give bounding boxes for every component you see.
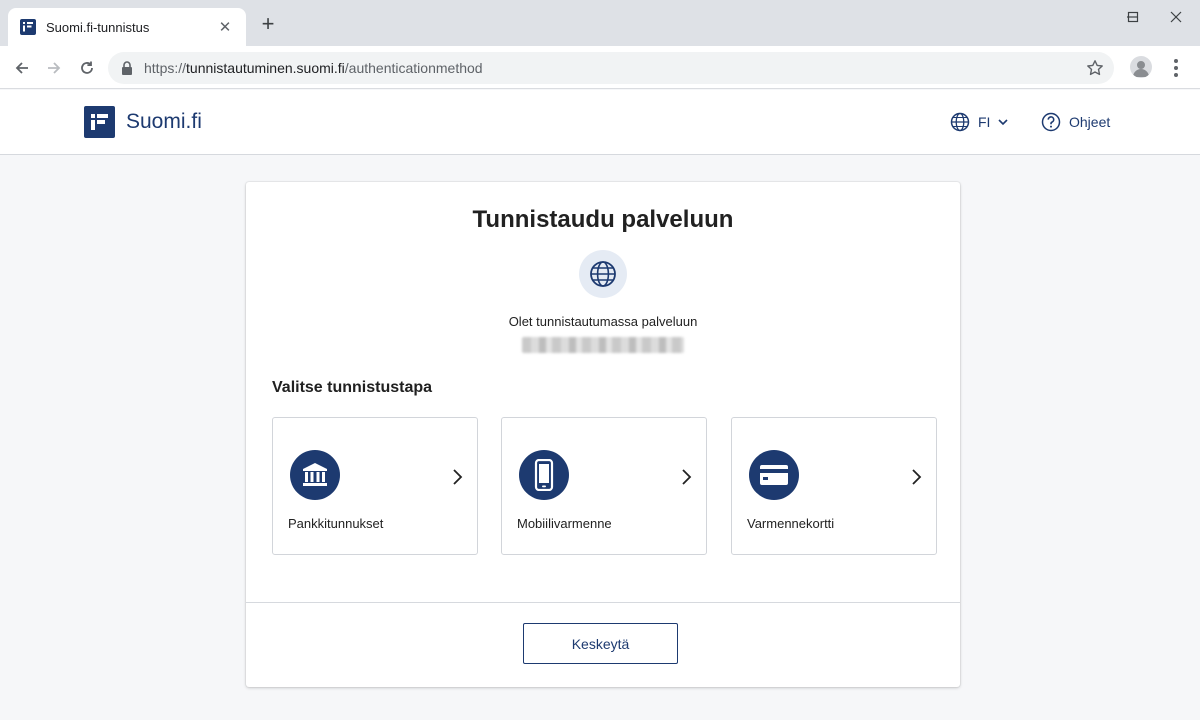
close-window-icon[interactable] [1154,0,1198,34]
browser-menu-icon[interactable] [1166,56,1186,80]
url-scheme: https:// [144,60,187,76]
service-name-redacted [522,337,684,353]
tab-close-icon[interactable]: ✕ [216,18,234,36]
suomi-fi-logo[interactable]: Suomi.fi [84,106,202,138]
method-bank-credentials[interactable]: Pankkitunnukset [272,417,478,555]
suomi-favicon-icon [20,19,36,35]
methods-heading: Valitse tunnistustapa [272,379,433,396]
url-host: tunnistautuminen.suomi.fi [186,60,345,76]
reload-icon[interactable] [73,54,101,82]
help-label: Ohjeet [1069,114,1111,130]
restore-icon[interactable] [1111,0,1155,34]
lock-icon [122,61,132,75]
browser-tab[interactable]: Suomi.fi-tunnistus ✕ [8,8,246,46]
profile-avatar-icon[interactable] [1130,56,1152,78]
method-label: Varmennekortti [747,516,835,531]
suomi-logo-icon [84,106,115,138]
forward-arrow-icon[interactable] [40,54,68,82]
help-question-icon [1041,112,1061,132]
method-mobile-certificate[interactable]: Mobiilivarmenne [501,417,707,555]
page-title: Tunnistaudu palveluun [472,206,734,233]
language-code: FI [978,114,991,130]
globe-icon [950,112,970,132]
method-certificate-card[interactable]: Varmennekortti [731,417,937,555]
id-card-icon [749,450,799,500]
bank-icon [290,450,340,500]
chevron-right-icon [682,469,692,485]
url-path: /authenticationmethod [344,60,483,76]
help-link[interactable]: Ohjeet [1041,112,1110,132]
new-tab-button[interactable]: + [256,12,280,36]
method-label: Pankkitunnukset [288,516,384,531]
back-arrow-icon[interactable] [8,54,36,82]
brand-name: Suomi.fi [126,110,202,133]
authentication-card: Tunnistaudu palveluun Olet tunnistautuma… [246,182,960,687]
cancel-button[interactable]: Keskeytä [523,623,678,664]
address-bar[interactable]: https://tunnistautuminen.suomi.fi/authen… [108,52,1114,84]
card-divider [246,602,960,603]
chevron-right-icon [453,469,463,485]
site-header: Suomi.fi FI Ohjeet [0,90,1200,155]
url-text: https://tunnistautuminen.suomi.fi/authen… [144,60,483,76]
method-label: Mobiilivarmenne [517,516,612,531]
tab-title: Suomi.fi-tunnistus [46,19,150,35]
bookmark-star-icon[interactable] [1086,59,1104,77]
browser-tab-bar: Suomi.fi-tunnistus ✕ + [0,0,1200,46]
chevron-down-icon [998,119,1009,126]
chevron-right-icon [912,469,922,485]
service-label: Olet tunnistautumassa palveluun [508,314,698,329]
mobile-phone-icon [519,450,569,500]
service-globe-icon [579,250,627,298]
language-selector[interactable]: FI [950,112,1009,132]
browser-toolbar: https://tunnistautuminen.suomi.fi/authen… [0,46,1200,89]
